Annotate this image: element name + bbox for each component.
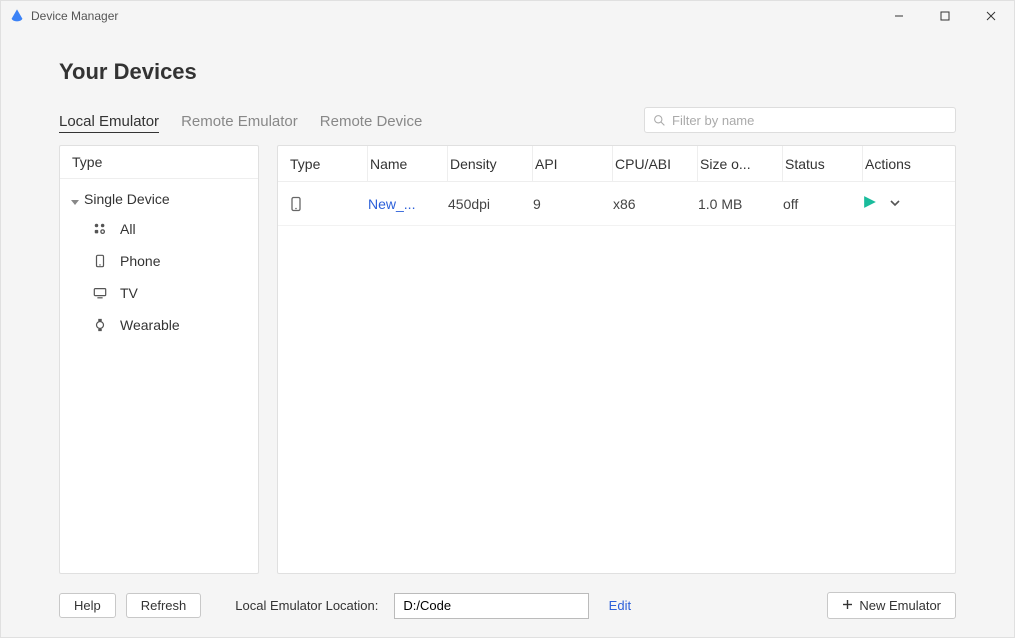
sidebar-item-label: Wearable — [120, 317, 180, 333]
grid-icon — [92, 221, 108, 237]
search-box[interactable] — [644, 107, 956, 133]
plus-icon — [842, 598, 853, 613]
tab-local-emulator[interactable]: Local Emulator — [59, 113, 159, 133]
table-body: New_... 450dpi 9 x86 1.0 MB off — [278, 182, 955, 573]
window-controls — [876, 1, 1014, 31]
col-actions[interactable]: Actions — [863, 146, 943, 181]
tab-remote-device[interactable]: Remote Device — [320, 113, 423, 133]
maximize-button[interactable] — [922, 1, 968, 31]
titlebar: Device Manager — [1, 1, 1014, 31]
sidebar-header: Type — [60, 146, 258, 179]
col-api[interactable]: API — [533, 146, 613, 181]
main-split: Type Single Device All — [59, 145, 956, 574]
sidebar: Type Single Device All — [59, 145, 259, 574]
device-cpu: x86 — [613, 196, 698, 212]
sidebar-item-label: Phone — [120, 253, 160, 269]
device-type-icon — [288, 196, 368, 212]
tree-node-single-device[interactable]: Single Device — [60, 185, 258, 213]
col-size[interactable]: Size o... — [698, 146, 783, 181]
device-name[interactable]: New_... — [368, 196, 448, 212]
tree: Single Device All Phone — [60, 179, 258, 347]
tab-remote-emulator[interactable]: Remote Emulator — [181, 113, 298, 133]
device-api: 9 — [533, 196, 613, 212]
col-type[interactable]: Type — [288, 146, 368, 181]
device-status: off — [783, 196, 863, 212]
play-button[interactable] — [863, 195, 877, 212]
location-input[interactable] — [394, 593, 588, 619]
col-status[interactable]: Status — [783, 146, 863, 181]
caret-down-icon — [70, 194, 80, 204]
actions-menu-button[interactable] — [889, 196, 901, 212]
footer: Help Refresh Local Emulator Location: Ed… — [59, 574, 956, 619]
device-size: 1.0 MB — [698, 196, 783, 212]
help-button[interactable]: Help — [59, 593, 116, 618]
search-input[interactable] — [672, 113, 947, 128]
close-button[interactable] — [968, 1, 1014, 31]
sidebar-item-label: TV — [120, 285, 138, 301]
phone-icon — [92, 253, 108, 269]
tree-children: All Phone TV — [60, 213, 258, 341]
table: Type Name Density API CPU/ABI Size o... … — [277, 145, 956, 574]
watch-icon — [92, 317, 108, 333]
sidebar-item-label: All — [120, 221, 136, 237]
window-title: Device Manager — [31, 9, 876, 23]
new-emulator-button[interactable]: New Emulator — [827, 592, 956, 619]
table-row[interactable]: New_... 450dpi 9 x86 1.0 MB off — [278, 182, 955, 226]
col-name[interactable]: Name — [368, 146, 448, 181]
minimize-button[interactable] — [876, 1, 922, 31]
location-label: Local Emulator Location: — [235, 598, 378, 613]
sidebar-item-tv[interactable]: TV — [82, 277, 258, 309]
tree-node-label: Single Device — [84, 191, 170, 207]
new-emulator-label: New Emulator — [859, 598, 941, 613]
page-title: Your Devices — [59, 59, 956, 85]
device-density: 450dpi — [448, 196, 533, 212]
search-icon — [653, 114, 666, 127]
edit-link[interactable]: Edit — [609, 598, 631, 613]
refresh-button[interactable]: Refresh — [126, 593, 202, 618]
device-actions — [863, 195, 943, 212]
tv-icon — [92, 285, 108, 301]
tabs: Local Emulator Remote Emulator Remote De… — [59, 113, 422, 133]
content: Your Devices Local Emulator Remote Emula… — [1, 31, 1014, 637]
tabs-row: Local Emulator Remote Emulator Remote De… — [59, 107, 956, 133]
col-cpu[interactable]: CPU/ABI — [613, 146, 698, 181]
sidebar-item-wearable[interactable]: Wearable — [82, 309, 258, 341]
sidebar-item-all[interactable]: All — [82, 213, 258, 245]
sidebar-item-phone[interactable]: Phone — [82, 245, 258, 277]
table-header: Type Name Density API CPU/ABI Size o... … — [278, 146, 955, 182]
col-density[interactable]: Density — [448, 146, 533, 181]
app-icon — [9, 8, 25, 24]
